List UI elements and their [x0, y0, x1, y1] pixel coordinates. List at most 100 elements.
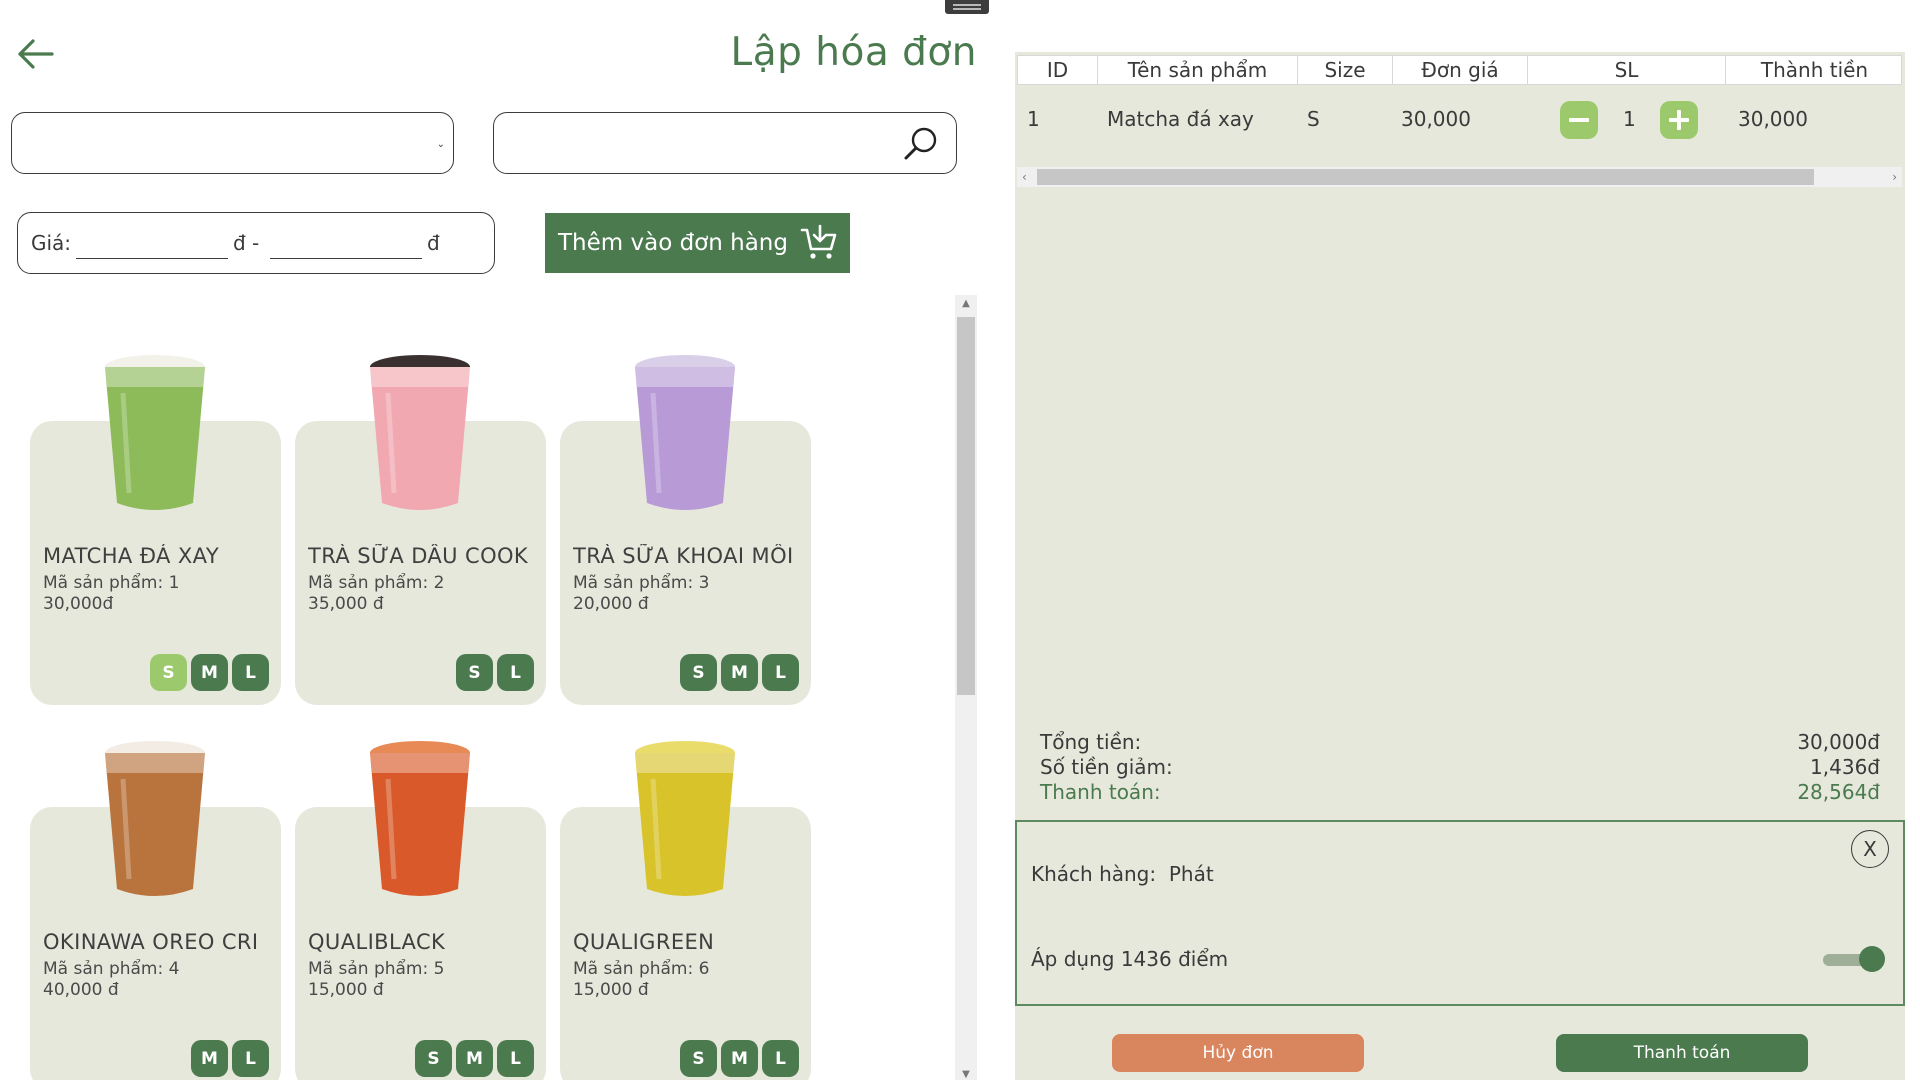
product-card[interactable]: TRÀ SỮA DÂU COOK Mã sản phẩm: 2 35,000 đ SL — [295, 355, 546, 705]
size-button-m[interactable]: M — [456, 1040, 493, 1077]
product-name: TRÀ SỮA KHOAI MÔI — [573, 544, 794, 568]
add-to-order-label: Thêm vào đơn hàng — [558, 230, 788, 256]
product-price: 35,000 đ — [308, 594, 384, 614]
row-size: S — [1307, 107, 1320, 131]
product-name: TRÀ SỮA DÂU COOK — [308, 544, 529, 568]
drink-image — [370, 355, 470, 510]
size-button-l[interactable]: L — [762, 1040, 799, 1077]
scroll-left-icon[interactable]: ‹ — [1022, 167, 1027, 187]
size-button-s[interactable]: S — [150, 654, 187, 691]
scroll-down-icon[interactable]: ▼ — [955, 1069, 977, 1080]
search-box[interactable] — [493, 112, 957, 174]
column-header[interactable]: ID — [1018, 56, 1098, 84]
payable-value: 28,564đ — [1797, 780, 1880, 804]
size-options: SML — [680, 654, 799, 691]
minus-icon — [1569, 118, 1589, 122]
order-table-hscrollbar[interactable]: ‹ › — [1017, 167, 1902, 187]
size-button-m[interactable]: M — [721, 1040, 758, 1077]
add-to-order-button[interactable]: Thêm vào đơn hàng — [545, 213, 850, 273]
category-select[interactable]: ⌄ — [11, 112, 454, 174]
product-card[interactable]: QUALIBLACK Mã sản phẩm: 5 15,000 đ SML — [295, 741, 546, 1080]
size-button-m[interactable]: M — [191, 1040, 228, 1077]
toggle-knob — [1859, 946, 1885, 972]
discount-value: 1,436đ — [1810, 755, 1880, 779]
checkout-button[interactable]: Thanh toán — [1556, 1034, 1808, 1072]
order-summary: Tổng tiền: 30,000đ Số tiền giảm: 1,436đ Th… — [1040, 730, 1880, 805]
size-button-s[interactable]: S — [680, 654, 717, 691]
product-name: MATCHA ĐÁ XAY — [43, 544, 220, 568]
drink-image — [635, 355, 735, 510]
apply-points-label: Áp dụng 1436 điểm — [1031, 947, 1229, 971]
column-header[interactable]: SL — [1528, 56, 1726, 84]
product-code: Mã sản phẩm: 2 — [308, 573, 445, 593]
size-options: SL — [456, 654, 534, 691]
payable-label: Thanh toán: — [1040, 780, 1161, 804]
row-id: 1 — [1027, 107, 1040, 131]
product-card[interactable]: QUALIGREEN Mã sản phẩm: 6 15,000 đ SML — [560, 741, 811, 1080]
row-quantity: 1 — [1623, 107, 1636, 131]
size-button-s[interactable]: S — [415, 1040, 452, 1077]
drink-image — [105, 355, 205, 510]
scroll-right-icon[interactable]: › — [1892, 167, 1897, 187]
price-to-input[interactable] — [270, 227, 422, 259]
page-title: Lập hóa đơn — [730, 30, 977, 75]
scrollbar-thumb[interactable] — [1037, 169, 1814, 185]
product-price: 30,000đ — [43, 594, 114, 614]
size-button-l[interactable]: L — [232, 654, 269, 691]
price-range-filter: Giá: đ - đ — [17, 212, 495, 274]
customer-name: Phát — [1168, 862, 1214, 886]
cancel-order-button[interactable]: Hủy đơn — [1112, 1034, 1364, 1072]
scroll-up-icon[interactable]: ▲ — [955, 298, 977, 309]
chevron-down-icon: ⌄ — [436, 139, 445, 150]
search-input[interactable] — [508, 123, 888, 163]
product-code: Mã sản phẩm: 3 — [573, 573, 710, 593]
product-code: Mã sản phẩm: 6 — [573, 959, 710, 979]
size-button-l[interactable]: L — [497, 1040, 534, 1077]
back-arrow-icon[interactable] — [16, 36, 56, 72]
product-card[interactable]: TRÀ SỮA KHOAI MÔI Mã sản phẩm: 3 20,000 đ S… — [560, 355, 811, 705]
decrease-qty-button[interactable] — [1560, 101, 1598, 139]
order-table-header: ID Tên sản phẩm Size Đơn giá SL Thành ti… — [1017, 55, 1902, 85]
cart-download-icon — [800, 224, 837, 259]
product-price: 40,000 đ — [43, 980, 119, 1000]
column-header[interactable]: Đơn giá — [1393, 56, 1528, 84]
customer-section: X Khách hàng: Phát Áp dụng 1436 điểm — [1015, 820, 1905, 1006]
customer-info: Khách hàng: Phát — [1031, 862, 1214, 886]
drink-image — [635, 741, 735, 896]
size-button-s[interactable]: S — [680, 1040, 717, 1077]
column-header[interactable]: Tên sản phẩm — [1098, 56, 1298, 84]
column-header[interactable]: Size — [1298, 56, 1393, 84]
price-from-input[interactable] — [76, 227, 228, 259]
table-row[interactable]: 1 Matcha đá xay S 30,000 1 30,000 — [1017, 85, 1902, 153]
remove-customer-button[interactable]: X — [1851, 830, 1889, 868]
size-button-l[interactable]: L — [232, 1040, 269, 1077]
scrollbar-thumb[interactable] — [957, 317, 975, 695]
window-drag-handle[interactable] — [945, 0, 989, 14]
product-code: Mã sản phẩm: 5 — [308, 959, 445, 979]
apply-points-toggle[interactable] — [1821, 946, 1887, 972]
size-options: SML — [150, 654, 269, 691]
product-card[interactable]: MATCHA ĐÁ XAY Mã sản phẩm: 1 30,000đ S M L — [30, 355, 281, 705]
size-button-l[interactable]: L — [497, 654, 534, 691]
discount-label: Số tiền giảm: — [1040, 755, 1173, 779]
customer-label: Khách hàng: — [1031, 862, 1157, 886]
size-button-s[interactable]: S — [456, 654, 493, 691]
increase-qty-button[interactable] — [1660, 101, 1698, 139]
size-button-l[interactable]: L — [762, 654, 799, 691]
price-label: Giá: — [31, 231, 72, 255]
product-price: 15,000 đ — [573, 980, 649, 1000]
size-button-m[interactable]: M — [191, 654, 228, 691]
total-value: 30,000đ — [1797, 730, 1880, 754]
product-name: QUALIBLACK — [308, 930, 446, 954]
product-grid[interactable]: MATCHA ĐÁ XAY Mã sản phẩm: 1 30,000đ S M L TRÀ… — [0, 300, 945, 1080]
search-icon[interactable] — [902, 125, 940, 163]
product-card[interactable]: OKINAWA OREO CRI Mã sản phẩm: 4 40,000 đ ML — [30, 741, 281, 1080]
size-button-m[interactable]: M — [721, 654, 758, 691]
drink-image — [370, 741, 470, 896]
order-panel: ID Tên sản phẩm Size Đơn giá SL Thành ti… — [1015, 52, 1905, 1080]
total-label: Tổng tiền: — [1040, 730, 1142, 754]
column-header[interactable]: Thành tiền — [1726, 56, 1903, 84]
row-line-total: 30,000 — [1738, 107, 1808, 131]
product-code: Mã sản phẩm: 4 — [43, 959, 180, 979]
product-scrollbar[interactable]: ▲ ▼ — [955, 295, 977, 1080]
